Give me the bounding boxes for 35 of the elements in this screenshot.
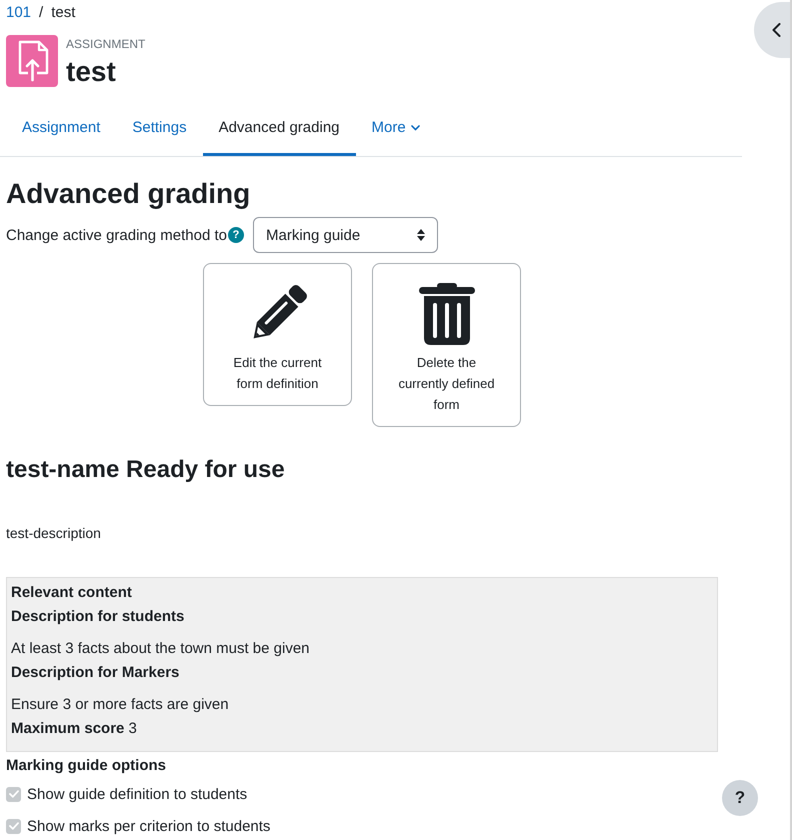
chevron-left-icon [772,23,780,37]
breadcrumb-link[interactable]: 101 [6,4,32,22]
trash-icon [418,283,474,345]
edit-definition-button[interactable]: Edit the current form definition [203,263,352,406]
criterion-heading: Description for students [11,607,184,627]
page-heading: test [66,55,116,89]
checkmark-icon [8,790,18,798]
nav-tab[interactable]: More [356,106,436,156]
section-heading: Advanced grading [6,177,250,211]
breadcrumb-separator: / [39,4,44,22]
caret-icon [410,125,420,131]
criterion-text: At least 3 facts about the town must be given [11,639,310,659]
criterion-text: Ensure 3 or more facts are given [11,695,229,715]
nav-tab[interactable]: Assignment [6,106,116,156]
module-type-label: ASSIGNMENT [66,36,146,52]
breadcrumb-current: test [51,4,76,22]
definition-description: test-description [6,524,101,543]
option-label: Show marks per criterion to students [27,818,270,834]
file-upload-icon [6,35,58,87]
nav-tab[interactable]: Settings [116,106,203,156]
criterion-heading: Description for Markers [11,663,180,683]
method-label: Change active grading method to [6,226,227,244]
method-select[interactable]: Marking guide [252,217,438,253]
option-label: Show guide definition to students [27,786,248,802]
help-icon[interactable]: ? [228,227,244,243]
criterion-score: Maximum score 3 [11,719,137,739]
select-arrows-icon [416,229,425,241]
checkmark-icon [8,822,18,830]
options-heading: Marking guide options [6,756,166,776]
definition-title: test-name Ready for use [6,455,285,484]
criterion-heading: Relevant content [11,583,132,603]
help-button[interactable]: ? [722,780,758,816]
delete-definition-button[interactable]: Delete the currently defined form [372,263,521,427]
nav-tab[interactable]: Advanced grading [202,106,356,156]
drawer-toggle-button[interactable] [754,2,790,58]
